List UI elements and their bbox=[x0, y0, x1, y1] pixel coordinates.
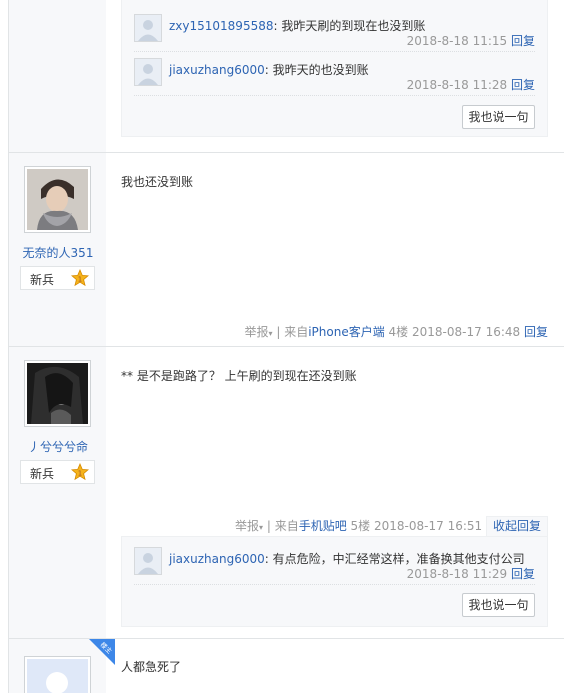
post-content: 人都急死了 bbox=[121, 660, 182, 674]
avatar-icon bbox=[27, 169, 88, 230]
lzl-time: 2018-8-18 11:15 bbox=[406, 34, 508, 48]
lzl-time: 2018-8-18 11:29 bbox=[406, 567, 508, 581]
post-floor-5: 丿兮兮兮命 新兵 1 ** 是不是跑路了？ 上午刷的到现在还没到账 举报▾ | … bbox=[8, 346, 564, 638]
post-date: 2018-08-17 16:48 bbox=[412, 325, 521, 339]
post-sidebar: 无奈的人351 新兵 1 bbox=[8, 153, 106, 346]
post-floor-4: 无奈的人351 新兵 1 我也还没到账 举报▾ | 来自iPhone客户端 4楼… bbox=[8, 152, 564, 346]
floor-number: 4楼 bbox=[388, 325, 409, 339]
chevron-down-icon: ▾ bbox=[268, 329, 273, 338]
source-prefix: 来自 bbox=[284, 325, 309, 339]
lzl-reply-item: zxy15101895588: 我昨天刷的到现在也没到账 2018-8-18 1… bbox=[134, 14, 535, 52]
source-link[interactable]: iPhone客户端 bbox=[308, 325, 385, 339]
lzl-username[interactable]: zxy15101895588 bbox=[169, 19, 273, 33]
rank-badge: 新兵 1 bbox=[20, 266, 95, 290]
lzl-reply-item: jiaxuzhang6000: 有点危险，中汇经常这样，准备换其他支付公司 20… bbox=[134, 547, 535, 585]
lzl-username[interactable]: jiaxuzhang6000 bbox=[169, 63, 265, 77]
lzl-meta: 2018-8-18 11:28 回复 bbox=[407, 76, 535, 93]
reply-link[interactable]: 回复 bbox=[524, 325, 548, 339]
svg-text:1: 1 bbox=[78, 470, 82, 478]
say-something-button[interactable]: 我也说一句 bbox=[462, 593, 535, 617]
lzl-reply-panel: jiaxuzhang6000: 有点危险，中汇经常这样，准备换其他支付公司 20… bbox=[121, 536, 548, 627]
lzl-meta: 2018-8-18 11:29 回复 bbox=[407, 565, 535, 582]
avatar[interactable] bbox=[24, 166, 91, 233]
star-icon: 1 bbox=[71, 463, 89, 481]
post-sidebar: 丿兮兮兮命 新兵 1 bbox=[8, 347, 106, 638]
avatar-icon[interactable] bbox=[134, 547, 162, 575]
collapse-replies-link[interactable]: 收起回复 bbox=[485, 516, 548, 536]
thread-starter-badge: 楼主 bbox=[89, 639, 115, 665]
floor-number: 5楼 bbox=[350, 519, 371, 533]
lzl-meta: 2018-8-18 11:15 回复 bbox=[407, 32, 535, 49]
source-prefix: 来自 bbox=[274, 519, 299, 533]
post-sidebar: 楼主 bbox=[8, 639, 115, 693]
post-date: 2018-08-17 16:51 bbox=[374, 519, 483, 533]
report-link[interactable]: 举报 bbox=[235, 519, 259, 533]
avatar-icon[interactable] bbox=[134, 58, 162, 86]
rank-label: 新兵 bbox=[30, 467, 55, 481]
lzl-reply-text: jiaxuzhang6000: 我昨天的也没到账 bbox=[169, 61, 369, 78]
report-link[interactable]: 举报 bbox=[244, 325, 268, 339]
lzl-content: : 我昨天刷的到现在也没到账 bbox=[273, 19, 426, 33]
say-something-button[interactable]: 我也说一句 bbox=[462, 105, 535, 129]
username[interactable]: 丿兮兮兮命 bbox=[9, 438, 107, 455]
lzl-reply-link[interactable]: 回复 bbox=[511, 567, 535, 581]
lzl-content: : 有点危险，中汇经常这样，准备换其他支付公司 bbox=[264, 552, 525, 566]
chevron-down-icon: ▾ bbox=[258, 523, 263, 532]
post-content: 我也还没到账 bbox=[121, 175, 194, 189]
rank-label: 新兵 bbox=[30, 273, 55, 287]
avatar-icon bbox=[27, 363, 88, 424]
avatar-icon[interactable] bbox=[134, 14, 162, 42]
lzl-content: : 我昨天的也没到账 bbox=[264, 63, 369, 77]
avatar[interactable] bbox=[24, 656, 91, 693]
lzl-reply-link[interactable]: 回复 bbox=[511, 34, 535, 48]
post-sidebar bbox=[8, 0, 106, 152]
rank-badge: 新兵 1 bbox=[20, 460, 95, 484]
avatar-icon bbox=[27, 659, 88, 693]
post-tail: 举报▾ | 来自iPhone客户端 4楼 2018-08-17 16:48 回复 bbox=[244, 323, 548, 340]
svg-text:1: 1 bbox=[78, 276, 82, 284]
divider: | bbox=[276, 325, 281, 339]
lzl-reply-link[interactable]: 回复 bbox=[511, 78, 535, 92]
post-content: ** 是不是跑路了？ 上午刷的到现在还没到账 bbox=[121, 369, 357, 383]
post-floor-3: zxy15101895588: 我昨天刷的到现在也没到账 2018-8-18 1… bbox=[8, 0, 564, 152]
lzl-reply-item: jiaxuzhang6000: 我昨天的也没到账 2018-8-18 11:28… bbox=[134, 58, 535, 96]
lzl-reply-text: zxy15101895588: 我昨天刷的到现在也没到账 bbox=[169, 17, 425, 34]
username[interactable]: 无奈的人351 bbox=[9, 244, 107, 261]
post-tail: 举报▾ | 来自手机贴吧 5楼 2018-08-17 16:51 收起回复 bbox=[235, 516, 548, 536]
post-floor-6: 楼主 人都急死了 bbox=[8, 638, 564, 693]
avatar[interactable] bbox=[24, 360, 91, 427]
source-link[interactable]: 手机贴吧 bbox=[299, 519, 347, 533]
lzl-reply-panel: zxy15101895588: 我昨天刷的到现在也没到账 2018-8-18 1… bbox=[121, 0, 548, 137]
star-icon: 1 bbox=[71, 269, 89, 287]
divider: | bbox=[266, 519, 271, 533]
lzl-time: 2018-8-18 11:28 bbox=[406, 78, 508, 92]
lzl-username[interactable]: jiaxuzhang6000 bbox=[169, 552, 265, 566]
